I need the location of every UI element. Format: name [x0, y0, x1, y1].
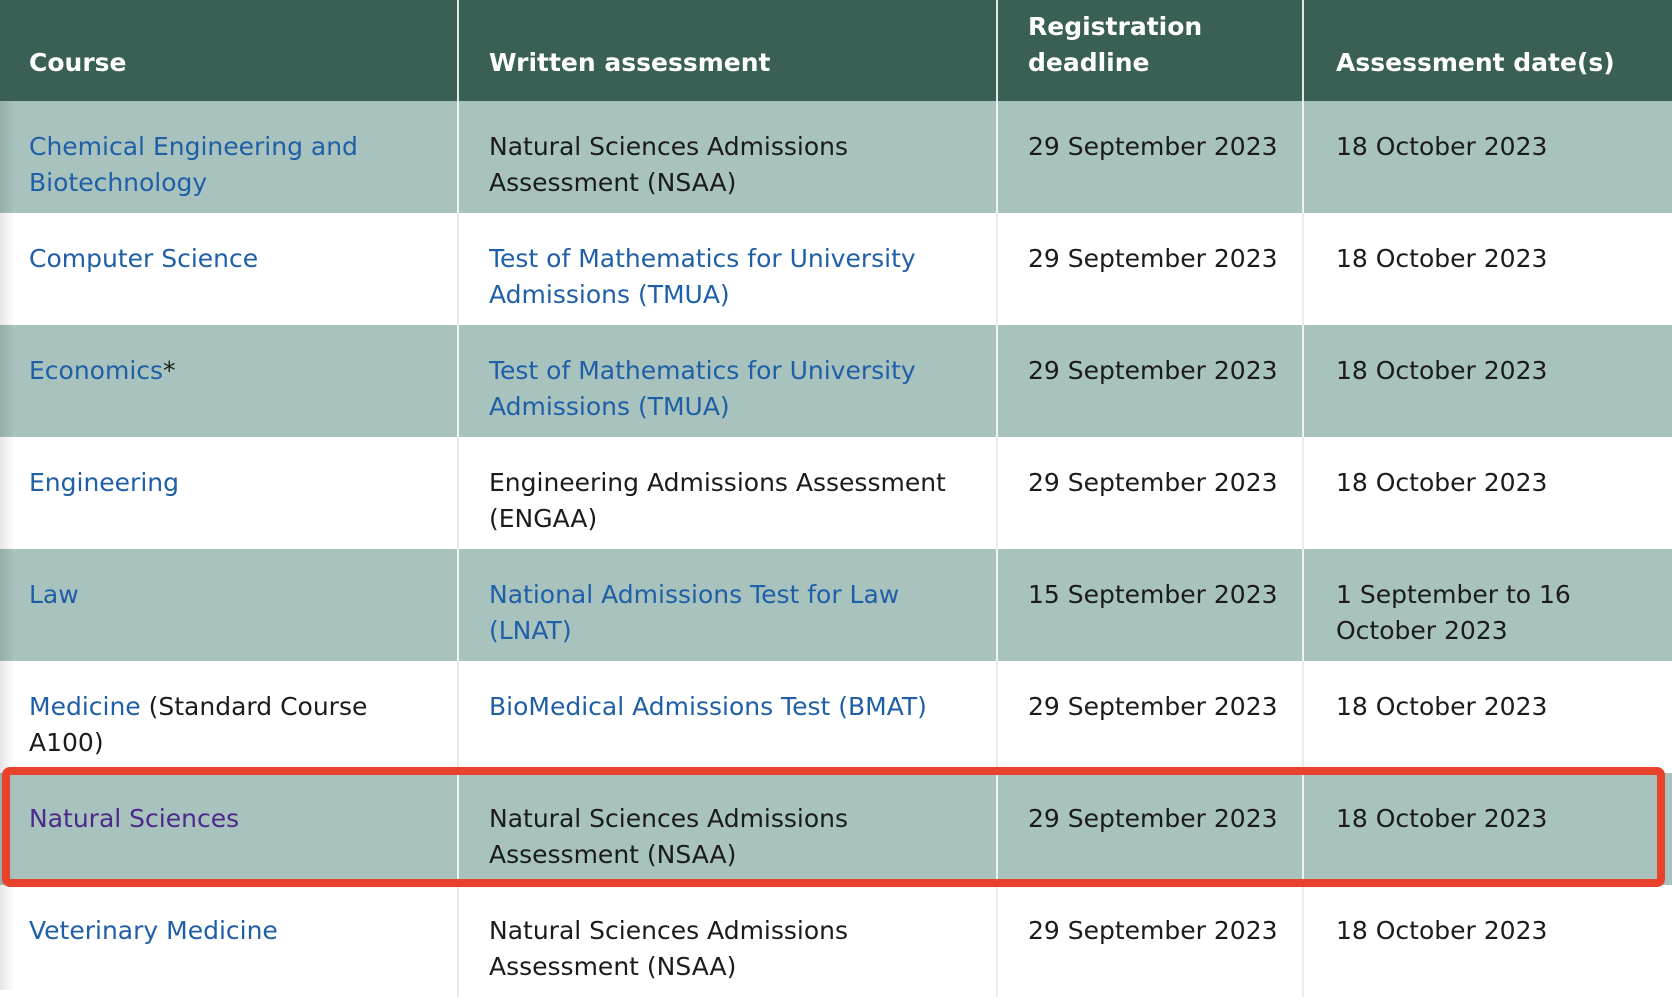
- table-row-deadline: 29 September 2023: [998, 325, 1304, 437]
- table-row-dates: 18 October 2023: [1304, 101, 1672, 213]
- header-written-assessment: Written assessment: [459, 0, 998, 101]
- table-row-deadline: 29 September 2023: [998, 773, 1304, 885]
- table-row-course: Veterinary Medicine: [0, 885, 459, 997]
- course-link[interactable]: Computer Science: [29, 244, 258, 273]
- table-row-dates: 18 October 2023: [1304, 325, 1672, 437]
- table-row-deadline: 29 September 2023: [998, 213, 1304, 325]
- table-row-course: Medicine (Standard Course A100): [0, 661, 459, 773]
- table-row-deadline: 29 September 2023: [998, 101, 1304, 213]
- table-row-deadline: 29 September 2023: [998, 885, 1304, 997]
- assessment-link[interactable]: National Admissions Test for Law (LNAT): [489, 580, 899, 645]
- table-row-course: Economics*: [0, 325, 459, 437]
- table-row-course: Chemical Engineering and Biotechnology: [0, 101, 459, 213]
- table-row-assessment: Test of Mathematics for University Admis…: [459, 213, 998, 325]
- assessment-link[interactable]: BioMedical Admissions Test (BMAT): [489, 692, 927, 721]
- course-link[interactable]: Economics: [29, 356, 163, 385]
- table-row-dates: 18 October 2023: [1336, 244, 1548, 273]
- assessment-link[interactable]: Test of Mathematics for University Admis…: [489, 356, 916, 421]
- table-row-course: Computer Science: [0, 213, 459, 325]
- table-row-dates: 18 October 2023: [1336, 468, 1548, 497]
- table-row-assessment: Natural Sciences Admissions Assessment (…: [459, 773, 998, 885]
- table-row-course: Natural Sciences: [0, 773, 459, 885]
- table-row-assessment: Test of Mathematics for University Admis…: [459, 325, 998, 437]
- table-row-assessment: BioMedical Admissions Test (BMAT): [459, 661, 998, 773]
- course-link[interactable]: Engineering: [29, 468, 179, 497]
- table-row-assessment: Natural Sciences Admissions Assessment (…: [459, 101, 998, 213]
- table-row-assessment: Natural Sciences Admissions Assessment (…: [459, 885, 998, 997]
- header-course: Course: [0, 0, 459, 101]
- admissions-table: Course Written assessment Registration d…: [0, 0, 1672, 997]
- course-link[interactable]: Veterinary Medicine: [29, 916, 278, 945]
- course-link[interactable]: Natural Sciences: [29, 804, 239, 833]
- table-row-assessment: Engineering Admissions Assessment (ENGAA…: [459, 437, 998, 549]
- table-row-course: Law: [0, 549, 459, 661]
- table-row-course: Engineering: [0, 437, 459, 549]
- table-row-assessment: National Admissions Test for Law (LNAT): [459, 549, 998, 661]
- table-row-dates: 1 September to 16 October 2023: [1304, 549, 1672, 661]
- table-row-deadline: 29 September 2023: [998, 437, 1304, 549]
- header-assessment-dates: Assessment date(s): [1304, 0, 1672, 101]
- course-link[interactable]: Chemical Engineering and Biotechnology: [29, 132, 358, 197]
- course-note: *: [163, 356, 176, 385]
- table-row-deadline: 15 September 2023: [998, 549, 1304, 661]
- table-row-deadline: 29 September 2023: [998, 661, 1304, 773]
- course-link[interactable]: Medicine: [29, 692, 141, 721]
- table-row-dates: 18 October 2023: [1336, 916, 1548, 945]
- table-row-dates: 18 October 2023: [1336, 692, 1548, 721]
- assessment-link[interactable]: Test of Mathematics for University Admis…: [489, 244, 916, 309]
- table-row-dates: 18 October 2023: [1304, 773, 1672, 885]
- course-link[interactable]: Law: [29, 580, 79, 609]
- header-registration-deadline: Registration deadline: [998, 0, 1304, 101]
